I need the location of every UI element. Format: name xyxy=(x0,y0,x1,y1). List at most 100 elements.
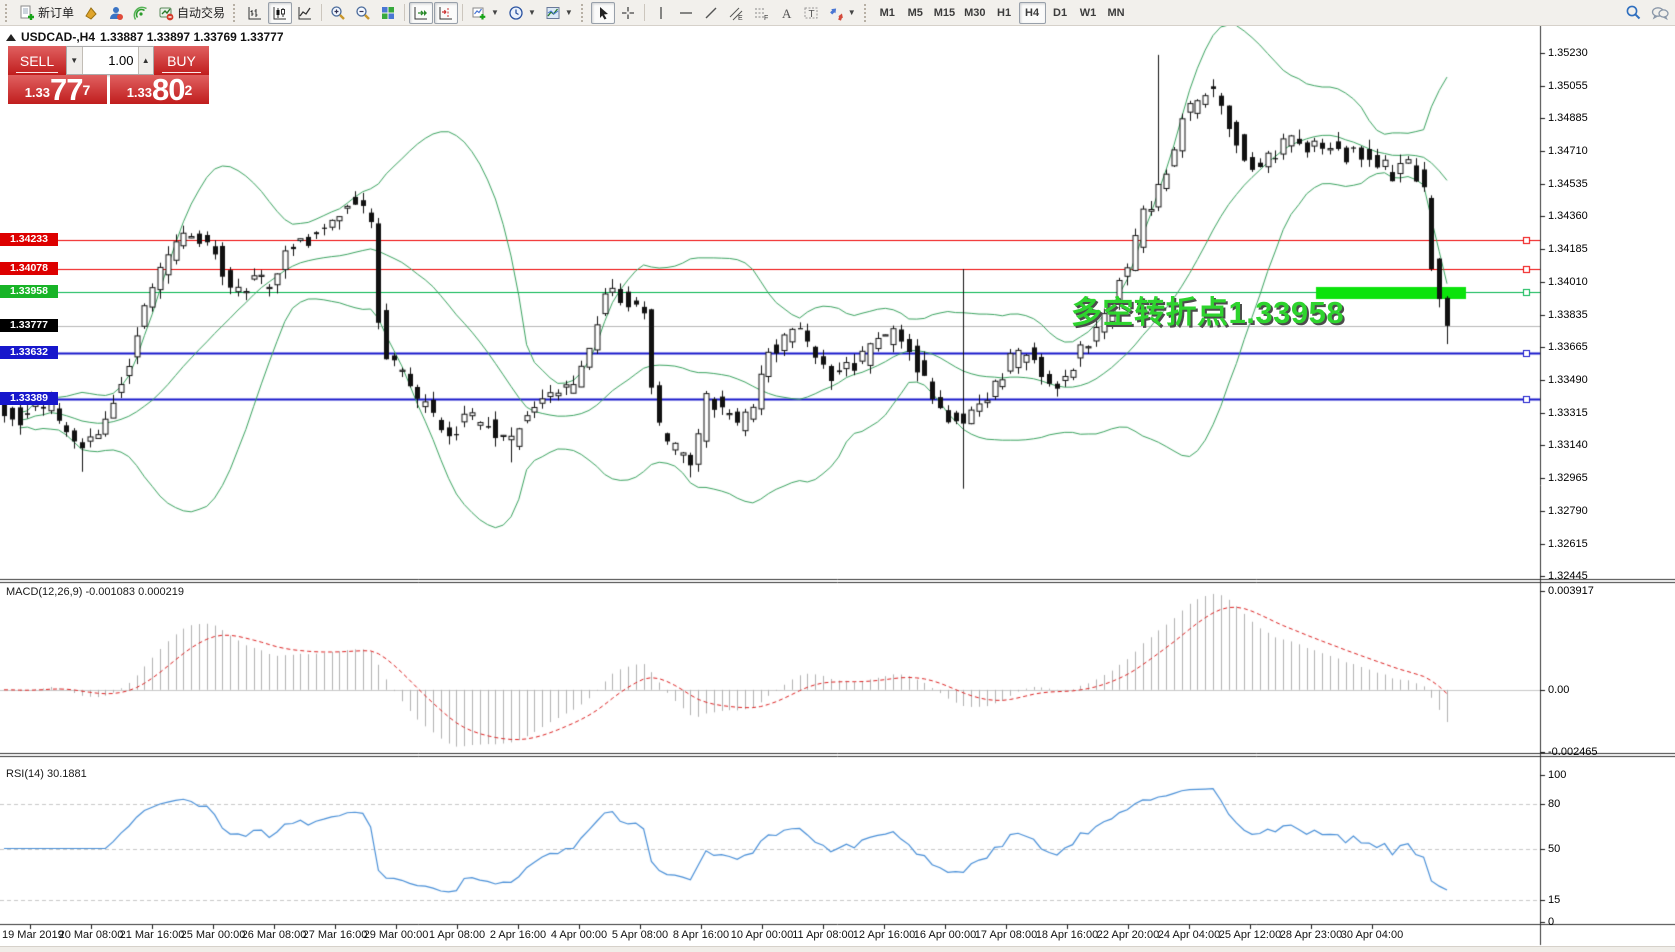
sell-price[interactable]: 1.33 77 7 xyxy=(8,75,107,104)
text-tool-button[interactable]: A xyxy=(774,2,798,24)
volume-increase-button[interactable]: ▲ xyxy=(138,47,154,74)
window-bottom-strip xyxy=(0,946,1675,952)
horizontal-line-tool-button[interactable] xyxy=(674,2,698,24)
level-price-badge: 1.33958 xyxy=(0,285,58,298)
vertical-line-icon xyxy=(653,5,669,21)
time-axis-label: 1 Apr 08:00 xyxy=(429,929,485,941)
search-button[interactable] xyxy=(1621,2,1646,24)
rsi-axis-tick-label: 15 xyxy=(1548,894,1560,906)
fibonacci-icon: F xyxy=(753,5,769,21)
toolbar-separator xyxy=(404,4,405,21)
macd-axis-tick-label: 0.00 xyxy=(1548,684,1569,696)
volume-decrease-button[interactable]: ▼ xyxy=(67,47,83,74)
autotrading-button[interactable]: 自动交易 xyxy=(154,2,229,24)
trendline-tool-button[interactable] xyxy=(699,2,723,24)
line-chart-icon xyxy=(297,5,313,21)
chart-annotation-text[interactable]: 多空转折点1.33958 xyxy=(1071,287,1344,332)
toolbar-grip[interactable] xyxy=(864,4,870,22)
candlestick-mode-button[interactable] xyxy=(268,2,292,24)
price-axis-tick-label: 1.34360 xyxy=(1548,210,1588,222)
time-axis-label: 16 Apr 00:00 xyxy=(914,929,976,941)
time-axis-label: 25 Apr 12:00 xyxy=(1219,929,1281,941)
timeframe-mn-button[interactable]: MN xyxy=(1103,2,1130,24)
toolbar-grip[interactable] xyxy=(581,4,587,22)
dropdown-caret-icon: ▼ xyxy=(565,8,573,17)
time-axis-label: 18 Apr 16:00 xyxy=(1036,929,1098,941)
tile-windows-button[interactable] xyxy=(376,2,400,24)
cursor-icon xyxy=(595,5,611,21)
level-price-badge: 1.33389 xyxy=(0,392,58,405)
sell-button[interactable]: SELL xyxy=(8,46,66,75)
crosshair-icon xyxy=(620,5,636,21)
price-axis-tick-label: 1.34535 xyxy=(1548,178,1588,190)
time-axis-label: 10 Apr 00:00 xyxy=(731,929,793,941)
zoom-out-button[interactable] xyxy=(351,2,375,24)
timeframe-m1-button[interactable]: M1 xyxy=(874,2,901,24)
toolbar-separator xyxy=(462,4,463,21)
crosshair-tool-button[interactable] xyxy=(616,2,640,24)
chart-header: USDCAD-,H4 1.33887 1.33897 1.33769 1.337… xyxy=(6,30,284,44)
templates-button[interactable]: ▼ xyxy=(541,2,577,24)
time-axis-label: 8 Apr 16:00 xyxy=(673,929,729,941)
timeframe-m30-button[interactable]: M30 xyxy=(960,2,989,24)
auto-scroll-icon xyxy=(413,5,429,21)
timeframe-d1-button[interactable]: D1 xyxy=(1047,2,1074,24)
price-axis-tick-label: 1.33315 xyxy=(1548,407,1588,419)
cursor-tool-button[interactable] xyxy=(591,2,615,24)
arrows-tool-button[interactable]: ▼ xyxy=(824,2,860,24)
chart-canvas[interactable] xyxy=(0,0,1675,952)
time-axis-label: 25 Mar 00:00 xyxy=(181,929,246,941)
auto-scroll-button[interactable] xyxy=(409,2,433,24)
price-axis-tick-label: 1.33490 xyxy=(1548,374,1588,386)
sell-price-prefix: 1.33 xyxy=(25,83,50,103)
vertical-line-tool-button[interactable] xyxy=(649,2,673,24)
signals-button[interactable] xyxy=(129,2,153,24)
price-axis-tick-label: 1.35230 xyxy=(1548,47,1588,59)
chat-icon xyxy=(1651,5,1669,21)
price-axis-tick-label: 1.32790 xyxy=(1548,505,1588,517)
toolbar-grip[interactable] xyxy=(5,4,11,22)
trendline-icon xyxy=(703,5,719,21)
line-chart-mode-button[interactable] xyxy=(293,2,317,24)
buy-price[interactable]: 1.33 80 2 xyxy=(110,75,209,104)
toolbar-separator xyxy=(644,4,645,21)
chart-shift-button[interactable] xyxy=(434,2,458,24)
level-price-badge: 1.33632 xyxy=(0,346,58,359)
chart-shift-icon xyxy=(438,5,454,21)
price-axis-tick-label: 1.34885 xyxy=(1548,112,1588,124)
svg-text:A: A xyxy=(782,6,792,21)
time-axis-label: 21 Mar 16:00 xyxy=(120,929,185,941)
new-order-button[interactable]: 新订单 xyxy=(15,2,78,24)
timeframe-w1-button[interactable]: W1 xyxy=(1075,2,1102,24)
channel-tool-button[interactable]: E xyxy=(724,2,748,24)
timeframe-h4-button[interactable]: H4 xyxy=(1019,2,1046,24)
new-order-label: 新订单 xyxy=(38,4,74,21)
timeframe-m15-button[interactable]: M15 xyxy=(930,2,959,24)
chat-button[interactable] xyxy=(1647,2,1673,24)
add-indicator-button[interactable]: ▼ xyxy=(467,2,503,24)
svg-text:E: E xyxy=(738,15,743,21)
buy-button[interactable]: BUY xyxy=(154,46,209,75)
dropdown-caret-icon: ▼ xyxy=(848,8,856,17)
horizontal-line-icon xyxy=(678,5,694,21)
bar-chart-icon xyxy=(247,5,263,21)
zoom-in-button[interactable] xyxy=(326,2,350,24)
market-button[interactable] xyxy=(104,2,128,24)
dropdown-caret-icon: ▼ xyxy=(491,8,499,17)
autotrading-icon xyxy=(158,5,174,21)
timeframe-m5-button[interactable]: M5 xyxy=(902,2,929,24)
collapse-panel-icon[interactable] xyxy=(6,34,16,41)
bar-chart-mode-button[interactable] xyxy=(243,2,267,24)
text-label-tool-button[interactable]: T xyxy=(799,2,823,24)
toolbar-grip[interactable] xyxy=(233,4,239,22)
level-price-badge: 1.34233 xyxy=(0,233,58,246)
volume-input[interactable] xyxy=(83,47,138,74)
periods-button[interactable]: ▼ xyxy=(504,2,540,24)
buy-price-big: 80 xyxy=(152,77,184,103)
metaeditor-button[interactable] xyxy=(79,2,103,24)
rsi-axis-tick-label: 80 xyxy=(1548,798,1560,810)
arrows-icon xyxy=(828,5,844,21)
current-price-badge: 1.33777 xyxy=(0,319,58,332)
fibonacci-tool-button[interactable]: F xyxy=(749,2,773,24)
timeframe-h1-button[interactable]: H1 xyxy=(991,2,1018,24)
